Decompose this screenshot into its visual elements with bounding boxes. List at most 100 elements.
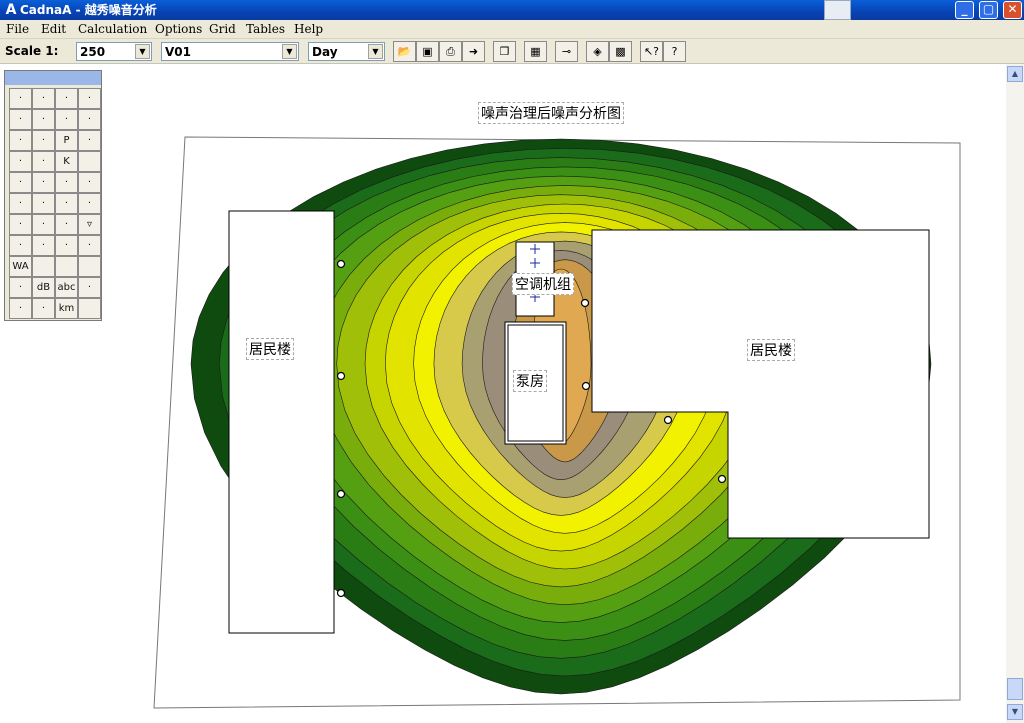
selection-box-icon[interactable]: · (78, 277, 101, 298)
zoom-out-icon[interactable]: · (55, 88, 78, 109)
vertical-scrollbar[interactable]: ▲ ▼ (1006, 64, 1024, 723)
railway-icon[interactable]: · (78, 130, 101, 151)
tree-group-icon[interactable]: · (9, 193, 32, 214)
palette-empty-cell (78, 151, 101, 172)
menu-grid[interactable]: Grid (209, 22, 236, 37)
open-button[interactable]: 📂 (393, 41, 416, 62)
tank-icon[interactable]: · (9, 214, 32, 235)
area-source-icon[interactable]: · (55, 109, 78, 130)
variant-value: V01 (165, 45, 191, 59)
table-icon[interactable]: · (55, 235, 78, 256)
db-icon[interactable]: dB (32, 277, 55, 298)
label-building-right[interactable]: 居民楼 (747, 339, 795, 361)
close-button[interactable]: ✕ (1003, 1, 1022, 19)
k-icon[interactable]: K (55, 151, 78, 172)
cylinder-icon[interactable]: · (55, 193, 78, 214)
arrow-up-icon[interactable]: · (32, 298, 55, 319)
receiver-point[interactable] (581, 381, 591, 391)
slope-icon[interactable]: · (55, 214, 78, 235)
zoom-in-icon[interactable]: · (32, 88, 55, 109)
window-title: CadnaA - 越秀噪音分析 (20, 3, 157, 17)
label-building-left[interactable]: 居民楼 (246, 338, 294, 360)
tennis-icon[interactable]: · (9, 151, 32, 172)
print-button[interactable]: ⎙ (439, 41, 462, 62)
ground-absorption-icon[interactable]: · (78, 172, 101, 193)
traffic-light-icon[interactable]: · (32, 130, 55, 151)
scroll-thumb[interactable] (1007, 678, 1023, 700)
text-icon[interactable]: abc (55, 277, 78, 298)
minimize-button[interactable]: _ (955, 1, 974, 19)
line-source-icon[interactable]: · (32, 109, 55, 130)
scroll-up-button[interactable]: ▲ (1007, 66, 1023, 82)
chevron-down-icon[interactable]: ▼ (135, 44, 150, 59)
receiver-point[interactable] (336, 259, 346, 269)
receiver-point[interactable] (663, 415, 673, 425)
pin-button[interactable]: ⊸ (555, 41, 578, 62)
menu-calculation[interactable]: Calculation (78, 22, 147, 37)
menu-edit[interactable]: Edit (41, 22, 66, 37)
menu-bar: File Edit Calculation Options Grid Table… (0, 20, 1024, 39)
parking-icon[interactable]: P (55, 130, 78, 151)
help-button[interactable]: ? (663, 41, 686, 62)
save-button[interactable]: ▣ (416, 41, 439, 62)
chevron-down-icon[interactable]: ▼ (368, 44, 383, 59)
receiver-point[interactable] (336, 371, 346, 381)
raster-icon[interactable]: · (9, 277, 32, 298)
period-value: Day (312, 45, 338, 59)
receiver-icon[interactable]: · (78, 193, 101, 214)
palette-title-bar[interactable] (5, 71, 101, 85)
dropdown-icon[interactable]: ▿ (78, 214, 101, 235)
context-help-button[interactable]: ↖? (640, 41, 663, 62)
bridge-icon[interactable]: · (55, 172, 78, 193)
building-icon[interactable]: · (9, 172, 32, 193)
building-left[interactable] (228, 210, 335, 634)
palette-empty-cell (78, 256, 101, 277)
forest-icon[interactable]: · (32, 193, 55, 214)
calculator-button[interactable]: ▦ (524, 41, 547, 62)
chevron-down-icon[interactable]: ▼ (282, 44, 297, 59)
table-detail-icon[interactable]: · (78, 235, 101, 256)
grid-view-button[interactable]: ▩ (609, 41, 632, 62)
copy-button[interactable]: ❐ (493, 41, 516, 62)
km-icon[interactable]: km (55, 298, 78, 319)
receiver-point[interactable] (580, 298, 590, 308)
grid-map-icon: ▩ (615, 45, 626, 58)
receiver-point[interactable] (336, 489, 346, 499)
menu-file[interactable]: File (6, 22, 29, 37)
menu-options[interactable]: Options (155, 22, 202, 37)
scale-combo[interactable]: 250 ▼ (76, 42, 152, 61)
arrow-right-icon: ➜ (468, 45, 479, 58)
export-button[interactable]: ➜ (462, 41, 485, 62)
scale-label: Scale 1: (5, 44, 59, 58)
nuclear-icon[interactable]: · (9, 235, 32, 256)
cadna-app-icon[interactable]: A (3, 2, 19, 18)
pointer-icon[interactable]: · (9, 88, 32, 109)
scale-value: 250 (80, 45, 106, 59)
receiver-point[interactable] (717, 474, 727, 484)
layers-button[interactable]: ◈ (586, 41, 609, 62)
calc-area-icon[interactable]: · (32, 214, 55, 235)
menu-tables[interactable]: Tables (246, 22, 285, 37)
menu-help[interactable]: Help (294, 22, 323, 37)
zoom-window-icon[interactable]: · (78, 88, 101, 109)
map-canvas[interactable]: 噪声治理后噪声分析图 居民楼 居民楼 泵房 空调机组 (108, 64, 1006, 720)
palette-grid: · · · · · · · · · · P · · · K · · · · · · · · · · · ▿ · · · · WA · dB abc ·… (9, 88, 101, 319)
grid-icon[interactable]: · (32, 235, 55, 256)
maximize-button[interactable]: ▢ (979, 1, 998, 19)
va-icon[interactable]: WA (9, 256, 32, 277)
barrier-icon[interactable]: · (32, 172, 55, 193)
industry-building-icon[interactable]: · (32, 151, 55, 172)
road-icon[interactable]: · (9, 130, 32, 151)
label-pump-room[interactable]: 泵房 (513, 370, 547, 392)
vertical-area-source-icon[interactable]: · (78, 109, 101, 130)
noise-contour-map[interactable] (108, 64, 1006, 720)
point-source-icon[interactable]: · (9, 109, 32, 130)
receiver-point[interactable] (336, 588, 346, 598)
palette-empty-cell (78, 298, 101, 319)
variant-combo[interactable]: V01 ▼ (161, 42, 299, 61)
period-combo[interactable]: Day ▼ (308, 42, 385, 61)
label-ac-unit[interactable]: 空调机组 (512, 273, 574, 295)
pencil-icon[interactable]: · (9, 298, 32, 319)
map-title[interactable]: 噪声治理后噪声分析图 (478, 102, 624, 124)
scroll-down-button[interactable]: ▼ (1007, 704, 1023, 720)
